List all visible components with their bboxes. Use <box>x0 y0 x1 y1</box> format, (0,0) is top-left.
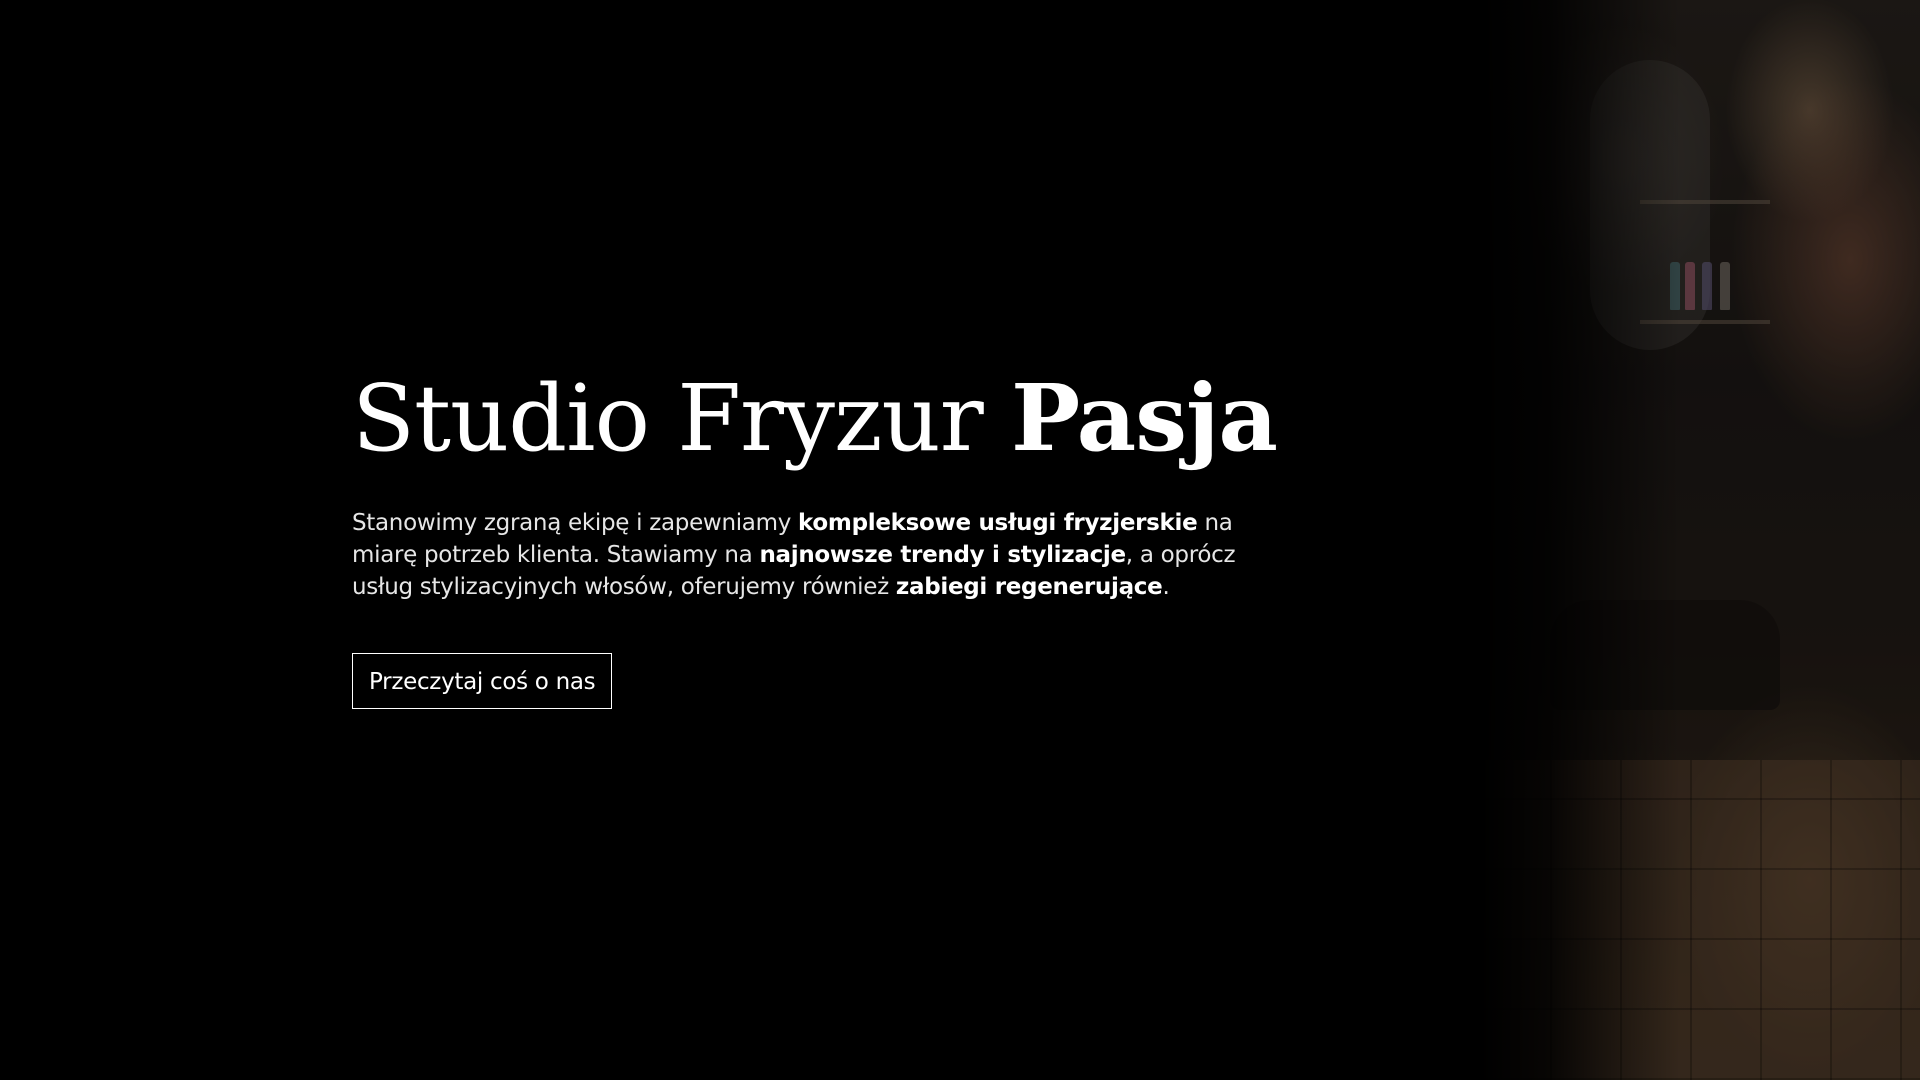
title-bold: Pasja <box>1010 364 1278 472</box>
description-highlight: zabiegi regenerujące <box>895 574 1163 600</box>
about-us-button[interactable]: Przeczytaj coś o nas <box>352 653 613 709</box>
page-title: Studio Fryzur Pasja <box>352 360 1278 477</box>
hero-content: Studio Fryzur Pasja Stanowimy zgraną eki… <box>352 360 1278 709</box>
hero-description: Stanowimy zgraną ekipę i zapewniamy komp… <box>352 507 1272 603</box>
hero-section: Studio Fryzur Pasja Stanowimy zgraną eki… <box>0 0 1920 1080</box>
description-text: . <box>1162 574 1170 600</box>
description-highlight: najnowsze trendy i stylizacje <box>759 542 1126 568</box>
description-highlight: kompleksowe usługi fryzjerskie <box>798 510 1198 536</box>
description-text: Stanowimy zgraną ekipę i zapewniamy <box>352 510 799 536</box>
salon-background-photo <box>1480 0 1920 1080</box>
title-regular: Studio Fryzur <box>352 365 984 472</box>
